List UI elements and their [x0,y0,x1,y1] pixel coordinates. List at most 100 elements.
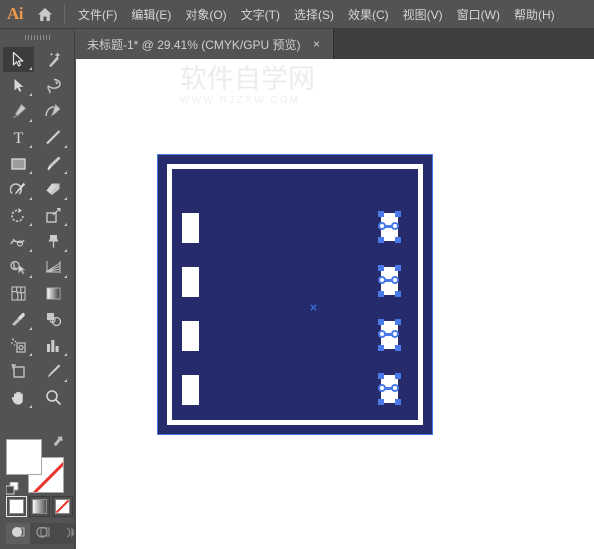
left-rect-4[interactable] [182,375,199,405]
curvature-pen-icon [45,103,62,120]
handle-top-right[interactable] [395,319,401,325]
draw-behind-button[interactable] [31,523,55,544]
handle-bottom-right[interactable] [395,399,401,405]
left-rect-3[interactable] [182,321,199,351]
paintbrush-tool[interactable] [38,151,69,176]
swap-arrow-icon[interactable] [54,435,68,449]
anchor-point-left[interactable] [378,384,386,392]
selected-rect-1[interactable] [378,211,401,243]
color-mode-row [6,496,73,517]
none-mode-button[interactable] [52,496,73,517]
artwork-inner-rect[interactable] [172,169,418,420]
anchor-point-left[interactable] [378,330,386,338]
handle-bottom-right[interactable] [395,291,401,297]
handle-bottom-right[interactable] [395,345,401,351]
draw-mode-row [6,523,80,544]
rotate-tool[interactable] [3,203,34,228]
rectangle-tool[interactable] [3,151,34,176]
menu-window[interactable]: 窗口(W) [450,0,507,29]
handle-bottom-left[interactable] [378,291,384,297]
shaper-tool[interactable] [3,177,34,202]
tools-panel-grip[interactable] [0,30,75,44]
handle-top-left[interactable] [378,319,384,325]
symbol-sprayer-tool[interactable] [3,333,34,358]
fill-swatch[interactable] [6,439,42,475]
mesh-tool[interactable] [3,281,34,306]
eraser-tool[interactable] [38,177,69,202]
eyedropper-tool[interactable] [3,307,34,332]
menu-object[interactable]: 对象(O) [178,0,233,29]
draw-behind-icon [35,526,49,538]
perspective-grid-tool[interactable] [38,255,69,280]
arrow-filled-icon [10,77,27,94]
grip-dots-icon [24,34,51,40]
handle-top-right[interactable] [395,265,401,271]
anchor-point-right[interactable] [391,276,399,284]
artwork-white-frame[interactable] [167,164,423,425]
document-tab[interactable]: 未标题-1* @ 29.41% (CMYK/GPU 预览) × [75,29,334,59]
handle-bottom-left[interactable] [378,237,384,243]
menu-file[interactable]: 文件(F) [71,0,124,29]
solid-color-icon [9,499,24,514]
handle-bottom-right[interactable] [395,237,401,243]
line-segment-tool[interactable] [38,125,69,150]
anchor-point-right[interactable] [391,384,399,392]
anchor-point-left[interactable] [378,222,386,230]
watermark-cn-text: 软件自学网 [180,64,315,95]
selected-rect-2[interactable] [378,265,401,297]
gradient-tool[interactable] [38,281,69,306]
curvature-tool[interactable] [38,99,69,124]
anchor-point-left[interactable] [378,276,386,284]
menu-type[interactable]: 文字(T) [234,0,287,29]
menubar-divider [64,4,65,24]
artboard-tool[interactable] [3,359,34,384]
handle-top-left[interactable] [378,211,384,217]
slice-knife-icon [45,363,62,380]
anchor-point-right[interactable] [391,222,399,230]
default-colors-icon[interactable] [6,482,19,495]
close-icon[interactable]: × [311,37,323,51]
anchor-point-right[interactable] [391,330,399,338]
zoom-tool[interactable] [38,385,69,410]
scale-tool[interactable] [38,203,69,228]
artwork-group[interactable] [157,154,433,435]
hand-tool[interactable] [3,385,34,410]
handle-bottom-left[interactable] [378,345,384,351]
handle-top-left[interactable] [378,265,384,271]
menu-effect[interactable]: 效果(C) [341,0,396,29]
menu-help[interactable]: 帮助(H) [507,0,562,29]
handle-top-right[interactable] [395,373,401,379]
selection-tool[interactable] [3,47,34,72]
menu-view[interactable]: 视图(V) [396,0,450,29]
color-mode-button[interactable] [6,496,27,517]
slice-tool[interactable] [38,359,69,384]
shape-builder-tool[interactable] [3,255,34,280]
gradient-mode-button[interactable] [29,496,50,517]
canvas-area[interactable]: 软件自学网 WWW.RJZXW.COM [76,59,594,549]
handle-bottom-left[interactable] [378,399,384,405]
column-graph-tool[interactable] [38,333,69,358]
draw-normal-button[interactable] [6,523,30,544]
handle-top-right[interactable] [395,211,401,217]
home-icon[interactable] [30,0,60,29]
free-transform-tool[interactable] [38,229,69,254]
selected-rect-3[interactable] [378,319,401,351]
menu-select[interactable]: 选择(S) [287,0,341,29]
menu-edit[interactable]: 编辑(E) [124,0,178,29]
type-tool[interactable]: T [3,125,34,150]
handle-top-left[interactable] [378,373,384,379]
left-rect-1[interactable] [182,213,199,243]
lasso-tool[interactable] [38,73,69,98]
blend-tool[interactable] [38,307,69,332]
artwork-outer-rect[interactable] [158,155,432,434]
direct-selection-tool[interactable] [3,73,34,98]
magnifier-icon [45,389,62,406]
left-rect-2[interactable] [182,267,199,297]
line-diagonal-icon [45,129,62,146]
width-warp-icon [10,233,27,250]
menu-bar: Ai 文件(F) 编辑(E) 对象(O) 文字(T) 选择(S) 效果(C) 视图(V) 窗口… [0,0,594,29]
magic-wand-tool[interactable] [38,47,69,72]
selected-rect-4[interactable] [378,373,401,405]
width-tool[interactable] [3,229,34,254]
pen-tool[interactable] [3,99,34,124]
